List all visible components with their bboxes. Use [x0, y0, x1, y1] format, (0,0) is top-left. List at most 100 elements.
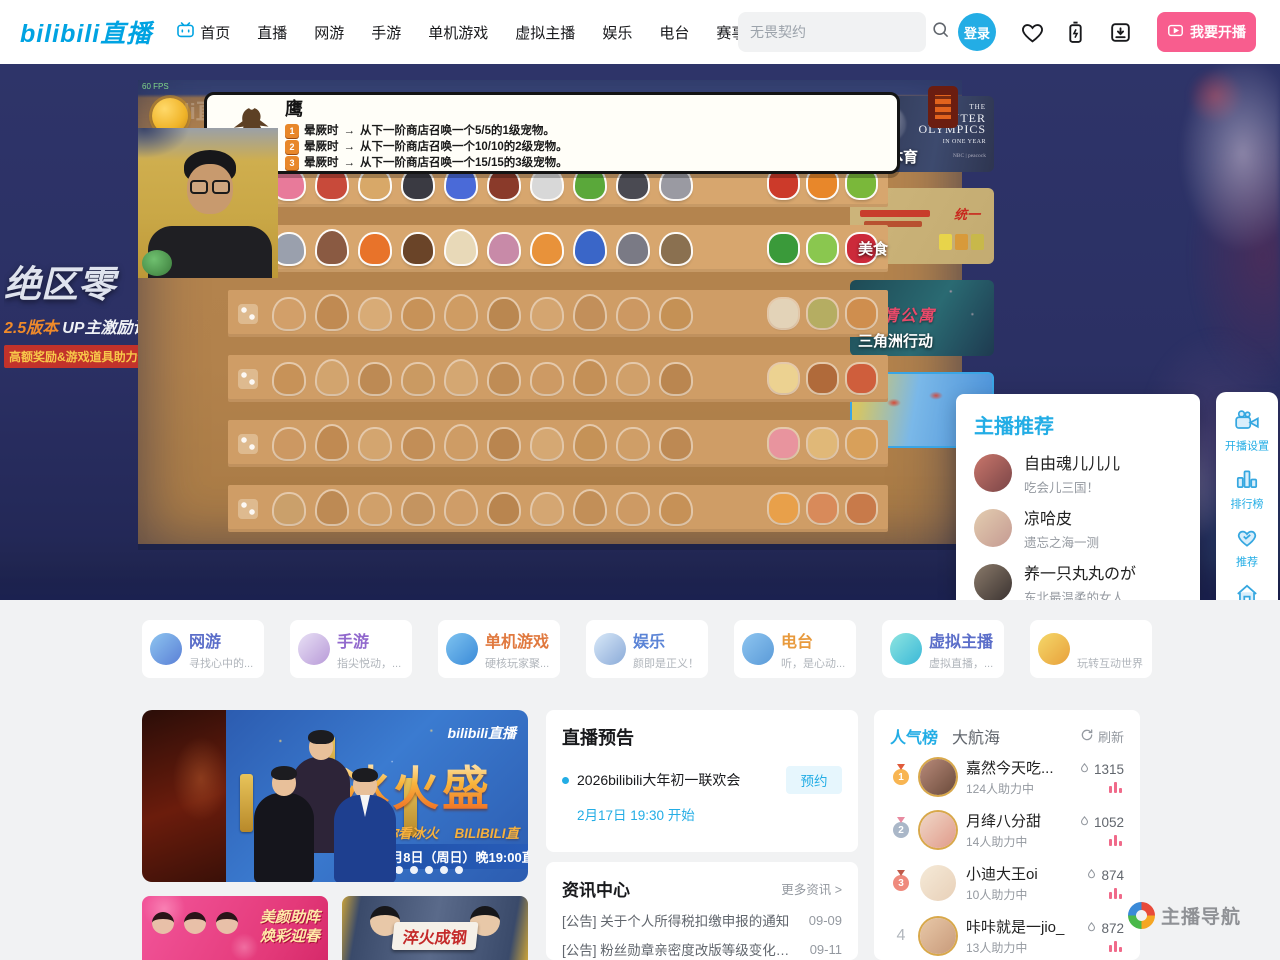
streamer-name: 自由魂儿儿儿	[1024, 450, 1120, 474]
rank-plain: 4	[897, 927, 906, 945]
rank-medal: 1	[893, 769, 909, 785]
nav-item-6[interactable]: 娱乐	[602, 22, 632, 43]
rank-item[interactable]: 1嘉然今天吃...124人助力中1315	[890, 753, 1124, 801]
pet-lineup	[274, 494, 691, 524]
pet-sprite	[532, 429, 562, 459]
carousel-dot-4[interactable]	[410, 866, 418, 874]
category-desc: 寻找心中的...	[189, 655, 253, 671]
category-card-5[interactable]: 虚拟主播虚拟直播，...	[882, 620, 1004, 678]
effect-text: 从下一阶商店召唤一个5/5的1级宠物。	[360, 123, 555, 139]
category-text: 玩转互动世界	[1077, 627, 1143, 671]
pet-sprite	[661, 494, 691, 524]
pet-sprite	[446, 361, 476, 394]
search-input[interactable]	[750, 24, 931, 40]
nav-item-2[interactable]: 网游	[314, 22, 344, 43]
search-box[interactable]	[738, 12, 926, 52]
news-text: [公告] 关于个人所得税扣缴申报的通知	[562, 910, 799, 930]
food-sprite	[808, 429, 837, 458]
green-plush-object	[142, 250, 172, 276]
recommended-streamer[interactable]: 凉哈皮遗忘之海一测	[974, 506, 1182, 550]
recommended-streamer[interactable]: 自由魂儿儿儿吃会儿三国！	[974, 451, 1182, 495]
toolbar-item-heart[interactable]: 推荐	[1216, 518, 1278, 576]
stream-description: 遗忘之海一测	[1024, 532, 1099, 551]
news-date: 09-11	[810, 942, 842, 957]
popularity-icon	[1078, 815, 1091, 831]
preview-item: 2026bilibili大年初一联欢会预约	[562, 766, 842, 794]
level-badge: 3	[285, 156, 299, 170]
rank-item[interactable]: 2月绛八分甜14人助力中1052	[890, 806, 1124, 854]
news-item[interactable]: [公告] 关于个人所得税扣缴申报的通知09-09	[562, 910, 842, 930]
pet-sprite	[446, 491, 476, 524]
category-text: 娱乐颜即是正义！	[633, 627, 699, 671]
refresh-button[interactable]: 刷新	[1080, 727, 1124, 746]
battery-charge-icon[interactable]	[1062, 19, 1088, 45]
rank-metrics: 1052	[1078, 815, 1124, 846]
streamer-nav-float-button[interactable]: 主播导航	[1128, 902, 1241, 929]
category-avatar	[446, 633, 478, 665]
beauty-event-banner[interactable]: 美颜助阵 焕彩迎春	[142, 896, 328, 960]
rank-item[interactable]: 3小迪大王oi10人助力中874	[890, 859, 1124, 907]
pet-lineup	[274, 234, 691, 264]
food-items	[769, 494, 876, 523]
pet-sprite	[360, 494, 390, 524]
category-avatar	[742, 633, 774, 665]
nav-item-4[interactable]: 单机游戏	[428, 22, 488, 43]
food-sprite	[847, 364, 876, 393]
toolbar-item-chart[interactable]: 排行榜	[1216, 460, 1278, 518]
dice-icon	[238, 499, 258, 519]
nav-item-7[interactable]: 电台	[659, 22, 689, 43]
rank-item[interactable]: 4咔咔就是一jio_13人助力中872	[890, 912, 1124, 960]
tab-grand-sailing[interactable]: 大航海	[952, 724, 1000, 748]
category-card-3[interactable]: 娱乐颜即是正义！	[586, 620, 708, 678]
popularity-count: 1052	[1078, 815, 1124, 831]
news-more-link[interactable]: 更多资讯 >	[781, 879, 842, 898]
tab-popularity[interactable]: 人气榜	[890, 724, 938, 748]
reserve-button[interactable]: 预约	[786, 766, 842, 794]
streamer-recommend-panel: 主播推荐 自由魂儿儿儿吃会儿三国！凉哈皮遗忘之海一测养一只丸丸のが东北最温柔的女…	[956, 394, 1200, 600]
chart-icon	[1234, 466, 1260, 492]
rank-streamer-info: 月绛八分甜14人助力中	[966, 810, 1078, 850]
start-broadcast-button[interactable]: 我要开播	[1157, 12, 1256, 52]
search-icon[interactable]	[931, 20, 950, 44]
carousel-dot-6[interactable]	[440, 866, 448, 874]
pet-sprite	[403, 234, 433, 264]
toolbar-item-camera[interactable]: 开播设置	[1216, 402, 1278, 460]
carousel-dot-3[interactable]	[395, 866, 403, 874]
category-card-2[interactable]: 单机游戏硬核玩家聚...	[438, 620, 560, 678]
nav-item-3[interactable]: 手游	[371, 22, 401, 43]
lower-section: 网游寻找心中的... 手游指尖悦动，... 单机游戏硬核玩家聚... 娱乐颜即是正义！…	[0, 600, 1280, 960]
popularity-rank-card: 人气榜 大航海 刷新 1嘉然今天吃...124人助力中1315 2月绛八分甜14人…	[874, 710, 1140, 960]
category-desc: 玩转互动世界	[1077, 655, 1143, 671]
promo-carousel[interactable]: bilibili直播 冰火盛 主播陪你看冰火BILIBILI直 2月8日（周日）…	[142, 710, 528, 882]
carousel-dot-5[interactable]	[425, 866, 433, 874]
toolbar-item-home[interactable]: 公会入驻	[1216, 576, 1278, 600]
site-logo[interactable]: bilibili直播	[20, 14, 152, 50]
pet-sprite	[618, 494, 648, 524]
pet-sprite	[575, 426, 605, 459]
login-button[interactable]: 登录	[958, 13, 996, 51]
nav-item-1[interactable]: 直播	[257, 22, 287, 43]
live-stream-player[interactable]: 60 FPS bili直播 鹰 1晕厥时→从下一阶商店召唤一个5/5的1级宠物。…	[138, 80, 962, 550]
category-card-6[interactable]: 玩转互动世界	[1030, 620, 1152, 678]
popularity-count: 874	[1085, 868, 1124, 884]
promo-reward-banner: 高额奖励&游戏道具助力创作	[4, 345, 140, 368]
tooltip-line: 2晕厥时→从下一阶商店召唤一个10/10的2级宠物。	[285, 139, 883, 155]
category-card-0[interactable]: 网游寻找心中的...	[142, 620, 264, 678]
avatar	[974, 564, 1012, 600]
toolbar-label: 推荐	[1236, 554, 1258, 570]
nav-item-0[interactable]: 首页	[176, 21, 230, 44]
category-card-4[interactable]: 电台听，是心动...	[734, 620, 856, 678]
category-card-1[interactable]: 手游指尖悦动，...	[290, 620, 412, 678]
favorites-heart-icon[interactable]	[1019, 19, 1045, 45]
nav-item-5[interactable]: 虚拟主播	[515, 22, 575, 43]
brand-text: 统一	[954, 204, 980, 223]
zzz-promo-banner[interactable]: 绝区零 2.5版本UP主激励计划 高额奖励&游戏道具助力创作	[4, 254, 140, 368]
download-icon[interactable]	[1107, 19, 1133, 45]
recommended-streamer[interactable]: 养一只丸丸のが东北最温柔的女人	[974, 561, 1182, 600]
news-item[interactable]: [公告] 粉丝勋章亲密度改版等级变化说明09-11	[562, 939, 842, 959]
streamer-info: 凉哈皮遗忘之海一测	[1024, 505, 1099, 551]
bilibili-live-homepage: bilibili直播 首页直播网游手游单机游戏虚拟主播娱乐电台赛事聊天室更多 登…	[0, 0, 1280, 960]
carousel-dot-7[interactable]	[455, 866, 463, 874]
esports-event-banner[interactable]: 淬火成钢	[342, 896, 528, 960]
banner-text: 美颜助阵 焕彩迎春	[260, 908, 320, 946]
